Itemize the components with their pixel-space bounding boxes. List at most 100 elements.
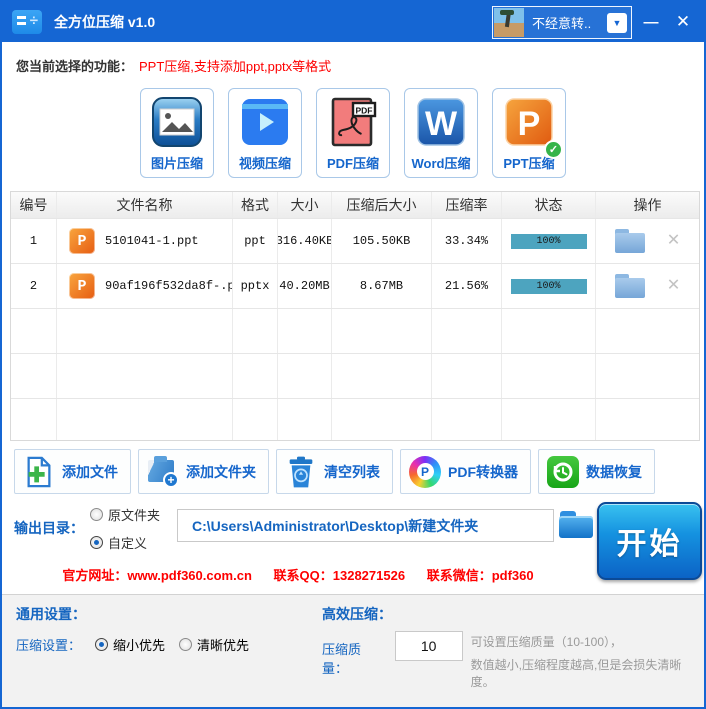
cell-operation: ✕ <box>596 264 699 308</box>
cell-status: 100% <box>502 219 596 263</box>
quality-hint-line2: 数值越小,压缩程度越高,但是会损失清晰度。 <box>470 658 682 689</box>
button-label: 添加文件 <box>62 463 118 480</box>
ad-banner-label: 不经意转.. <box>532 16 592 31</box>
cell-ratio: 21.56% <box>432 264 502 308</box>
button-label: 数据恢复 <box>586 463 642 480</box>
cell-compressed-size: 105.50KB <box>332 219 432 263</box>
button-label: 添加文件夹 <box>186 463 256 480</box>
app-logo-icon <box>12 10 42 34</box>
pdf-compress-icon: PDF <box>326 95 380 149</box>
svg-text:PDF: PDF <box>356 105 373 115</box>
table-row[interactable]: 1 P 5101041-1.ppt ppt 316.40KB 105.50KB … <box>11 219 699 264</box>
cell-size: 316.40KB <box>278 219 332 263</box>
cell-format: pptx <box>233 264 278 308</box>
svg-text:W: W <box>425 105 458 143</box>
radio-custom-folder[interactable]: 自定义 <box>90 533 160 552</box>
browse-folder-icon[interactable] <box>559 511 593 539</box>
delete-row-icon[interactable]: ✕ <box>667 231 679 251</box>
mode-label: Word压缩 <box>411 156 471 171</box>
quality-setting-row: 压缩质量： 可设置压缩质量（10-100）， 数值越小,压缩程度越高,但是会损失… <box>322 631 704 690</box>
button-label: PDF转换器 <box>448 463 518 480</box>
pdf-converter-icon: P <box>409 455 441 488</box>
ad-thumbnail-image <box>494 8 524 37</box>
col-header-operation: 操作 <box>633 197 662 213</box>
chevron-down-icon: ▼ <box>612 17 622 28</box>
start-button-label: 开始 <box>616 528 683 561</box>
empty-table-row <box>11 309 699 354</box>
contact-wechat-text: 联系微信：pdf360 <box>426 568 534 583</box>
official-site-text: 官方网址：www.pdf360.com.cn <box>62 568 252 583</box>
mode-word-compress[interactable]: W Word压缩 <box>404 88 478 178</box>
close-icon: ✕ <box>675 12 691 31</box>
general-settings-title: 通用设置： <box>16 606 86 622</box>
ad-dropdown-button[interactable]: ▼ <box>607 12 627 33</box>
open-folder-icon[interactable] <box>615 274 646 298</box>
video-compress-icon <box>238 95 292 149</box>
efficient-compress-title: 高效压缩： <box>322 606 392 622</box>
selected-check-icon: ✓ <box>544 140 563 159</box>
data-recovery-button[interactable]: 数据恢复 <box>538 449 655 494</box>
cell-status: 100% <box>502 264 596 308</box>
minimize-button[interactable]: — <box>638 2 664 42</box>
table-row[interactable]: 2 P 90af196f532da8f-.pptx pptx 40.20MB 8… <box>11 264 699 309</box>
output-dir-label: 输出目录： <box>14 520 84 536</box>
cell-no: 2 <box>11 264 57 308</box>
pdf-converter-button[interactable]: P PDF转换器 <box>400 449 531 494</box>
radio-icon-selected[interactable] <box>95 638 109 651</box>
close-button[interactable]: ✕ <box>670 2 696 42</box>
cell-filename: P 90af196f532da8f-.pptx <box>57 264 233 308</box>
button-label: 清空列表 <box>324 463 380 480</box>
add-file-icon <box>23 456 55 488</box>
ppt-file-icon: P <box>69 273 95 299</box>
mode-label: PDF压缩 <box>326 156 379 171</box>
radio-icon[interactable] <box>179 638 193 651</box>
radio-size-priority[interactable]: 缩小优先 <box>95 635 165 654</box>
cell-filename: P 5101041-1.ppt <box>57 219 233 263</box>
progress-bar: 100% <box>510 278 587 294</box>
col-header-compressed-size: 压缩后大小 <box>332 192 432 218</box>
settings-panel: 通用设置： 压缩设置： 缩小优先 清晰优先 高效压缩： 压缩质量： 可设置压缩质… <box>2 594 704 707</box>
start-button[interactable]: 开始 <box>597 502 702 580</box>
col-header-status: 状态 <box>502 192 596 218</box>
app-window: 全方位压缩 v1.0 不经意转.. ▼ — ✕ 您当前选择的功能： PPT压缩,… <box>0 0 706 709</box>
compress-setting-row: 压缩设置： 缩小优先 清晰优先 <box>16 635 249 654</box>
col-header-no: 编号 <box>11 192 57 218</box>
add-folder-button[interactable]: + 添加文件夹 <box>138 449 269 494</box>
mode-label: 视频压缩 <box>238 156 291 171</box>
empty-table-row <box>11 399 699 440</box>
quality-hint-line1: 可设置压缩质量（10-100）， <box>470 635 623 649</box>
titlebar: 全方位压缩 v1.0 不经意转.. ▼ — ✕ <box>2 2 704 42</box>
radio-icon[interactable] <box>90 508 103 521</box>
mode-switcher: 图片压缩 视频压缩 PDF PDF压缩 W Word压缩 P ✓ PPT压缩 <box>2 88 704 182</box>
ad-banner[interactable]: 不经意转.. ▼ <box>492 6 632 39</box>
output-path-input[interactable] <box>177 509 554 542</box>
radio-original-folder[interactable]: 原文件夹 <box>90 505 160 524</box>
table-header-row: 编号 文件名称 格式 大小 压缩后大小 压缩率 状态 操作 <box>11 192 699 219</box>
clear-list-button[interactable]: 清空列表 <box>276 449 393 494</box>
radio-icon-selected[interactable] <box>90 536 103 549</box>
col-header-ratio: 压缩率 <box>432 192 502 218</box>
open-folder-icon[interactable] <box>615 229 646 253</box>
word-compress-icon: W <box>414 95 468 149</box>
mode-pdf-compress[interactable]: PDF PDF压缩 <box>316 88 390 178</box>
function-label: 您当前选择的功能： <box>16 58 134 74</box>
add-file-button[interactable]: 添加文件 <box>14 449 131 494</box>
add-folder-icon: + <box>147 455 179 488</box>
quality-input[interactable] <box>394 631 463 661</box>
quality-label: 压缩质量： <box>322 642 362 676</box>
empty-table-row <box>11 354 699 399</box>
delete-row-icon[interactable]: ✕ <box>667 276 679 296</box>
cell-operation: ✕ <box>596 219 699 263</box>
mode-image-compress[interactable]: 图片压缩 <box>140 88 214 178</box>
progress-bar: 100% <box>510 233 587 249</box>
contact-info: 官方网址：www.pdf360.com.cn 联系QQ：1328271526 联… <box>2 565 594 584</box>
mode-ppt-compress[interactable]: P ✓ PPT压缩 <box>492 88 566 178</box>
data-recovery-icon <box>547 455 579 488</box>
cell-size: 40.20MB <box>278 264 332 308</box>
output-radio-group: 原文件夹 自定义 <box>90 505 160 552</box>
radio-clarity-priority[interactable]: 清晰优先 <box>179 635 249 654</box>
minimize-icon: — <box>643 13 659 31</box>
file-name-text: 5101041-1.ppt <box>105 234 199 248</box>
cell-compressed-size: 8.67MB <box>332 264 432 308</box>
mode-video-compress[interactable]: 视频压缩 <box>228 88 302 178</box>
